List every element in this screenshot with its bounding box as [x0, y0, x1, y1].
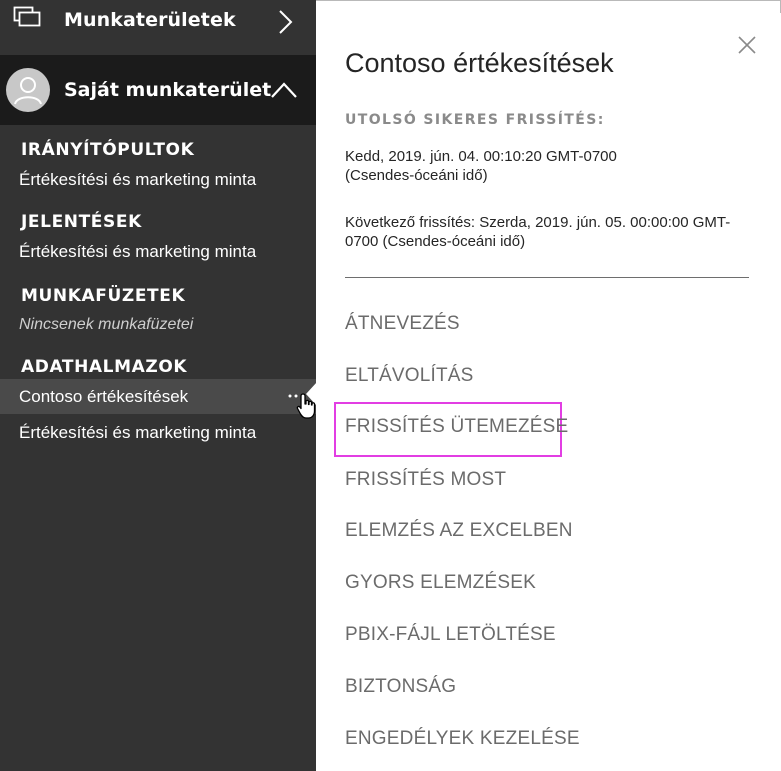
user-icon — [14, 77, 42, 105]
avatar — [6, 68, 50, 112]
workspaces-label: Munkaterületek — [64, 9, 236, 31]
report-item[interactable]: Értékesítési és marketing minta — [19, 242, 256, 262]
section-title-workbooks: MUNKAFÜZETEK — [21, 286, 186, 306]
workspaces-row[interactable]: Munkaterületek — [0, 0, 316, 54]
section-title-datasets: ADATHALMAZOK — [21, 357, 188, 377]
section-title-reports: JELENTÉSEK — [21, 212, 142, 232]
chevron-up-icon[interactable] — [270, 81, 298, 99]
next-refresh-value: Következő frissítés: Szerda, 2019. jún. … — [345, 214, 731, 250]
menu-item-analyze-in-excel[interactable]: ELEMZÉS AZ EXCELBEN — [345, 520, 573, 542]
menu-item-rename[interactable]: ÁTNEVEZÉS — [345, 313, 460, 335]
my-workspace-header[interactable]: Saját munkaterület — [0, 55, 316, 125]
section-title-dashboards: IRÁNYÍTÓPULTOK — [21, 140, 195, 160]
menu-item-download-pbix[interactable]: PBIX-FÁJL LETÖLTÉSE — [345, 624, 556, 646]
hand-cursor-icon — [296, 393, 316, 419]
last-refresh-heading: UTOLSÓ SIKERES FRISSÍTÉS: — [345, 112, 605, 128]
my-workspace-label: Saját munkaterület — [64, 79, 272, 101]
workbooks-empty-text: Nincsenek munkafüzetei — [19, 316, 194, 333]
close-icon[interactable] — [738, 36, 756, 54]
last-refresh-value: Kedd, 2019. jún. 04. 00:10:20 GMT-0700 (… — [345, 148, 617, 184]
menu-item-schedule-refresh[interactable]: FRISSÍTÉS ÜTEMEZÉSE — [345, 416, 568, 438]
menu-item-quick-insights[interactable]: GYORS ELEMZÉSEK — [345, 572, 536, 594]
dashboard-item[interactable]: Értékesítési és marketing minta — [19, 170, 256, 190]
flyout-title: Contoso értékesítések — [345, 48, 614, 78]
divider — [345, 277, 749, 278]
menu-item-security[interactable]: BIZTONSÁG — [345, 676, 456, 698]
workspaces-icon — [13, 6, 41, 27]
chevron-right-icon[interactable] — [277, 8, 295, 36]
dataset-item-sales-marketing[interactable]: Értékesítési és marketing minta — [19, 423, 256, 443]
menu-item-refresh-now[interactable]: FRISSÍTÉS MOST — [345, 469, 506, 491]
menu-item-manage-permissions[interactable]: ENGEDÉLYEK KEZELÉSE — [345, 728, 580, 750]
menu-item-remove[interactable]: ELTÁVOLÍTÁS — [345, 365, 474, 387]
navigation-pane: Munkaterületek Saját munkaterület IRÁNYÍ… — [0, 0, 316, 771]
dataset-item-contoso[interactable]: Contoso értékesítések — [19, 387, 188, 407]
